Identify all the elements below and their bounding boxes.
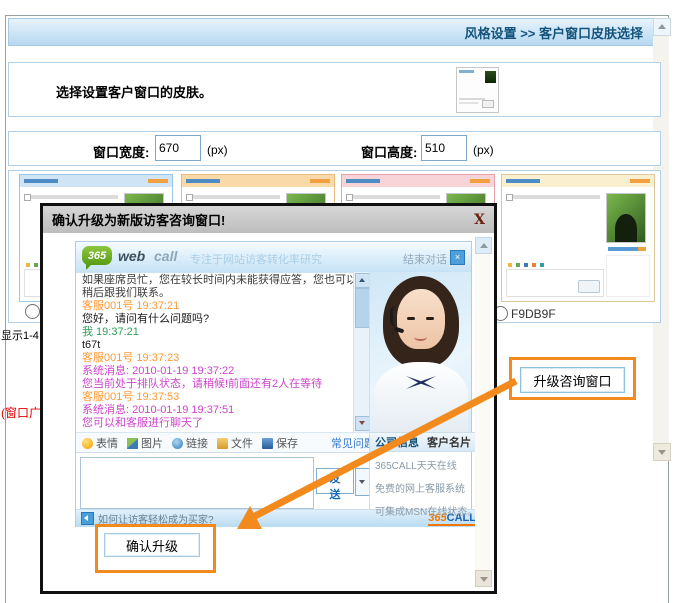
scroll-up-icon[interactable] bbox=[653, 18, 671, 36]
logo-call: call bbox=[154, 248, 177, 264]
skin-thumbnail-4[interactable] bbox=[501, 174, 655, 302]
skin-color-code: F9DB9F bbox=[511, 307, 556, 321]
height-label: 窗口高度: bbox=[361, 142, 417, 161]
file-icon bbox=[217, 438, 228, 449]
image-button[interactable]: 图片 bbox=[127, 435, 163, 451]
tab-company-info[interactable]: 公司信息 bbox=[375, 434, 419, 450]
skin-radio-1[interactable] bbox=[25, 304, 40, 319]
panel-info-text: 365CALL天天在线 免费的网上客服系统 可集成MSN在线状态。 bbox=[370, 452, 481, 526]
upgrade-confirm-dialog: 确认升级为新版访客咨询窗口! X 365 web call 专注于网站访客转化率… bbox=[40, 203, 497, 594]
close-icon[interactable]: X bbox=[474, 212, 485, 228]
intro-section: 选择设置客户窗口的皮肤。 bbox=[8, 62, 661, 117]
emoticon-icon bbox=[82, 438, 93, 449]
breadcrumb: 风格设置 >> 客户窗口皮肤选择 bbox=[465, 23, 643, 42]
send-button[interactable]: 发 送 bbox=[316, 468, 354, 494]
breadcrumb-bar: 风格设置 >> 客户窗口皮肤选择 bbox=[8, 18, 654, 46]
upgrade-highlight-box: 升级咨询窗口 bbox=[509, 357, 636, 400]
logo-web: web bbox=[118, 248, 145, 264]
skin-photo-icon bbox=[606, 193, 646, 243]
chat-message: 我 19:37:21 bbox=[82, 326, 359, 339]
confirm-upgrade-button[interactable]: 确认升级 bbox=[104, 533, 200, 557]
chat-message: 客服001号 19:37:21 bbox=[82, 300, 359, 313]
width-label: 窗口宽度: bbox=[93, 142, 149, 161]
link-icon bbox=[172, 438, 183, 449]
width-unit: (px) bbox=[207, 143, 228, 157]
height-unit: (px) bbox=[473, 143, 494, 157]
chat-message: 系统消息: 2010-01-19 19:37:22 bbox=[82, 365, 359, 378]
height-input[interactable] bbox=[421, 135, 467, 161]
chat-input-area: 发 送 bbox=[76, 452, 369, 510]
chat-message: t67t bbox=[82, 339, 359, 352]
logo-365-icon: 365 bbox=[82, 246, 112, 265]
intro-text: 选择设置客户窗口的皮肤。 bbox=[56, 82, 212, 101]
confirm-highlight-box: 确认升级 bbox=[95, 524, 216, 573]
dialog-title: 确认升级为新版访客咨询窗口! bbox=[52, 210, 474, 229]
chat-header: 365 web call 专注于网站访客转化率研究 结束对话 × bbox=[76, 242, 471, 273]
dialog-title-bar: 确认升级为新版访客咨询窗口! X bbox=[43, 206, 494, 234]
mini-avatar-icon bbox=[485, 71, 496, 83]
current-skin-preview bbox=[456, 67, 499, 113]
emoticon-button[interactable]: 表情 bbox=[82, 435, 118, 451]
end-chat-close-icon[interactable]: × bbox=[450, 250, 465, 265]
chat-toolbar: 表情 图片 链接 文件 保存 常见问题 bbox=[76, 432, 381, 453]
dialog-scroll-down-icon[interactable] bbox=[475, 570, 492, 587]
chat-side-panel: 公司信息 客户名片 365CALL天天在线 免费的网上客服系统 可集成MSN在线… bbox=[369, 272, 472, 509]
agent-photo bbox=[370, 272, 471, 432]
upgrade-window-button[interactable]: 升级咨询窗口 bbox=[520, 367, 625, 393]
chat-message: 客服001号 19:37:53 bbox=[82, 391, 359, 404]
dialog-scroll-up-icon[interactable] bbox=[475, 237, 492, 254]
scroll-down-icon[interactable] bbox=[653, 443, 671, 461]
chat-scrollbar[interactable] bbox=[353, 272, 370, 432]
message-input[interactable] bbox=[80, 457, 314, 509]
chat-message: 系统消息: 2010-01-19 19:37:51 bbox=[82, 404, 359, 417]
dialog-scrollbar[interactable] bbox=[475, 237, 490, 587]
link-button[interactable]: 链接 bbox=[172, 435, 208, 451]
chat-message: 客服001号 19:37:23 bbox=[82, 352, 359, 365]
headset-icon bbox=[390, 306, 401, 326]
size-section: 窗口宽度: (px) 窗口高度: (px) bbox=[8, 131, 661, 166]
chat-message: 您好，请问有什么问题吗? bbox=[82, 313, 359, 326]
dialog-body: 365 web call 专注于网站访客转化率研究 结束对话 × 如果座席员忙，… bbox=[43, 233, 494, 591]
file-button[interactable]: 文件 bbox=[217, 435, 253, 451]
end-chat-link[interactable]: 结束对话 bbox=[403, 251, 447, 267]
chat-message: 您当前处于排队状态，请稍候!前面还有2人在等待 bbox=[82, 378, 359, 391]
logo-tagline: 专注于网站访客转化率研究 bbox=[190, 251, 322, 267]
image-icon bbox=[127, 438, 138, 449]
paging-text: 显示1-4 bbox=[1, 327, 39, 343]
tip-arrow-icon[interactable] bbox=[81, 512, 94, 525]
chat-message-list: 如果座席员忙，您在较长时间内未能获得应答，您也可以稍后跟我们联系。 客服001号… bbox=[76, 272, 363, 434]
tab-customer-card[interactable]: 客户名片 bbox=[427, 434, 471, 450]
width-input[interactable] bbox=[155, 135, 201, 161]
save-icon bbox=[262, 438, 273, 449]
chat-message: 如果座席员忙，您在较长时间内未能获得应答，您也可以稍后跟我们联系。 bbox=[82, 274, 359, 300]
send-options-dropdown[interactable] bbox=[355, 468, 370, 496]
chat-message: 您可以和客服进行聊天了 bbox=[82, 417, 359, 430]
save-button[interactable]: 保存 bbox=[262, 435, 298, 451]
chat-window-preview: 365 web call 专注于网站访客转化率研究 结束对话 × 如果座席员忙，… bbox=[75, 241, 472, 527]
panel-tabs: 公司信息 客户名片 bbox=[370, 432, 481, 452]
